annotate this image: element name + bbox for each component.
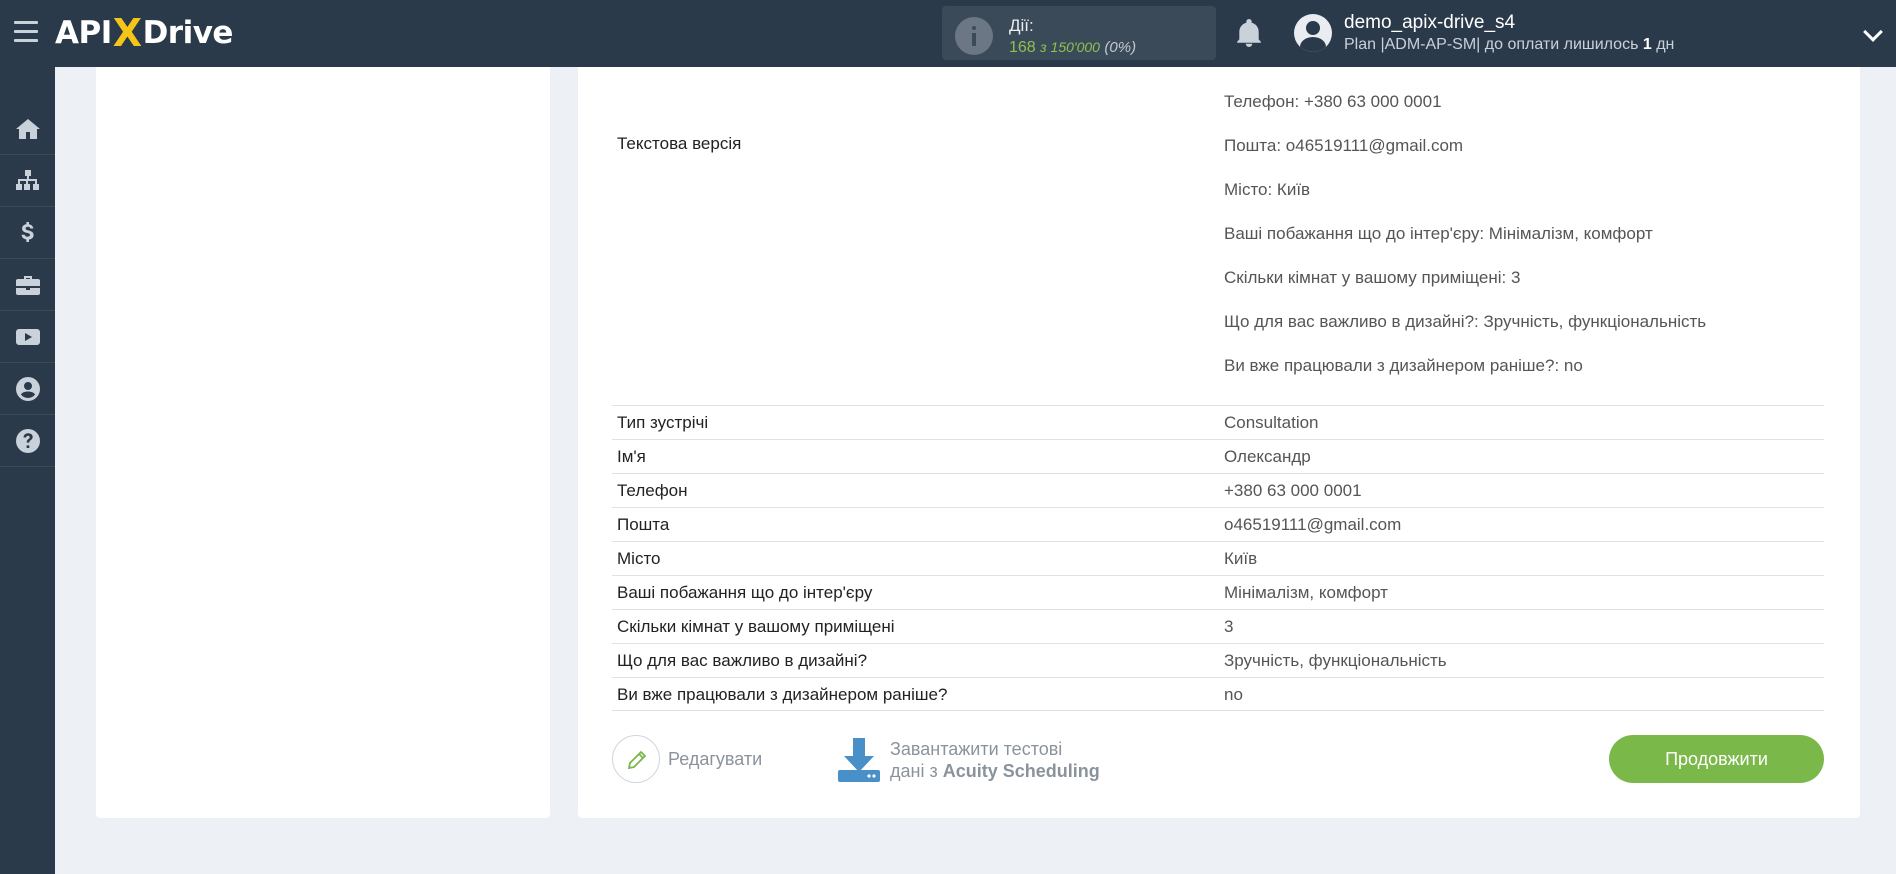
username[interactable]: demo_apix-drive_s4 — [1344, 12, 1515, 34]
row-key: Ваші побажання що до інтер'єру — [617, 583, 873, 602]
table-row: Пошта o46519111@gmail.com — [612, 507, 1824, 541]
row-value: 3 — [1224, 617, 1234, 636]
apix-drive-logo[interactable]: API X Drive — [55, 10, 233, 56]
text-version-line: Місто: Київ — [1224, 180, 1311, 199]
data-table: Тип зустрічі Consultation Ім'я Олександр Т… — [612, 405, 1824, 711]
edit-circle — [612, 735, 660, 783]
actions-title: Дії: — [1009, 16, 1034, 35]
text-version-line: Ваші побажання що до інтер'єру: Мінімалі… — [1224, 224, 1653, 243]
actions-limit: з 150'000 — [1040, 39, 1100, 55]
download-line-2: дані з Acuity Scheduling — [890, 760, 1100, 782]
home-icon — [15, 118, 40, 139]
row-key: Пошта — [617, 515, 670, 534]
table-row: Тип зустрічі Consultation — [612, 405, 1824, 439]
logo-text-api: API — [55, 15, 112, 51]
sidebar — [0, 67, 55, 874]
row-key: Тип зустрічі — [617, 413, 709, 432]
row-value: +380 63 000 0001 — [1224, 481, 1362, 500]
dollar-icon — [21, 221, 34, 242]
sidebar-item-profile[interactable] — [0, 363, 55, 415]
plan-days: 1 — [1642, 36, 1652, 53]
sitemap-icon — [15, 169, 39, 190]
sidebar-item-projects[interactable] — [0, 259, 55, 311]
actions-counter[interactable]: Дії: 168 з 150'000 (0%) — [942, 6, 1216, 60]
plan-info: Plan |ADM-AP-SM| до оплати лишилось 1 дн — [1344, 36, 1674, 54]
table-row: Що для вас важливо в дизайні? Зручність, … — [612, 643, 1824, 677]
row-value: Олександр — [1224, 447, 1311, 466]
row-key: Ім'я — [617, 447, 646, 466]
sidebar-item-home[interactable] — [0, 103, 55, 155]
plan-text: Plan |ADM-AP-SM| до оплати лишилось — [1344, 36, 1643, 53]
bell-icon[interactable] — [1236, 19, 1262, 47]
table-row: Телефон +380 63 000 0001 — [612, 473, 1824, 507]
briefcase-icon — [15, 275, 40, 295]
user-circle-icon — [15, 376, 40, 401]
table-row: Ім'я Олександр — [612, 439, 1824, 473]
info-icon — [955, 17, 993, 55]
row-key: Ви вже працювали з дизайнером раніше? — [617, 685, 948, 704]
download-service: Acuity Scheduling — [942, 761, 1100, 781]
table-row: Ваші побажання що до інтер'єру Мінімалізм… — [612, 575, 1824, 609]
download-line-1: Завантажити тестові — [890, 739, 1063, 759]
text-version-line: Скільки кімнат у вашому приміщені: 3 — [1224, 268, 1521, 287]
avatar[interactable] — [1294, 14, 1332, 52]
download-text: Завантажити тестові дані з Acuity Schedu… — [890, 738, 1100, 782]
pencil-icon — [627, 750, 647, 770]
logo-text-x: X — [112, 11, 142, 55]
download-test-data-button[interactable]: Завантажити тестові дані з Acuity Schedu… — [836, 735, 1100, 785]
row-value: Consultation — [1224, 413, 1319, 432]
actions-percent: (0%) — [1104, 39, 1137, 56]
actions-count-value: 168 — [1009, 39, 1036, 56]
download-icon — [838, 738, 880, 782]
text-version-line: Пошта: o46519111@gmail.com — [1224, 136, 1464, 155]
actions-count: 168 з 150'000 (0%) — [1009, 39, 1136, 57]
sidebar-item-billing[interactable] — [0, 207, 55, 259]
logo-text-drive: Drive — [142, 15, 234, 51]
edit-button[interactable]: Редагувати — [612, 735, 762, 783]
continue-button[interactable]: Продовжити — [1609, 735, 1824, 783]
text-version-label: Текстова версія — [617, 134, 742, 153]
table-row: Місто Київ — [612, 541, 1824, 575]
question-icon — [15, 428, 40, 453]
table-row: Скільки кімнат у вашому приміщені 3 — [612, 609, 1824, 643]
top-bar: API X Drive Дії: 168 з 150'000 (0%) demo_a… — [0, 0, 1896, 67]
row-value: Зручність, функціональність — [1224, 651, 1447, 670]
text-version-line: Телефон: +380 63 000 0001 — [1224, 92, 1442, 111]
row-value: o46519111@gmail.com — [1224, 515, 1402, 534]
plan-days-suffix: дн — [1651, 36, 1675, 53]
menu-icon[interactable] — [14, 21, 38, 43]
text-version-line: Ви вже працювали з дизайнером раніше?: n… — [1224, 356, 1583, 375]
sidebar-item-connections[interactable] — [0, 155, 55, 207]
row-value: Мінімалізм, комфорт — [1224, 583, 1388, 602]
row-key: Місто — [617, 549, 661, 568]
edit-label: Редагувати — [668, 748, 763, 769]
row-key: Скільки кімнат у вашому приміщені — [617, 617, 895, 636]
download-prefix: дані з — [890, 761, 943, 781]
row-value: Київ — [1224, 549, 1258, 568]
table-row: Ви вже працювали з дизайнером раніше? no — [612, 677, 1824, 711]
text-version-line: Що для вас важливо в дизайні?: Зручність… — [1224, 312, 1707, 331]
youtube-icon — [15, 328, 40, 345]
chevron-down-icon[interactable] — [1863, 22, 1883, 42]
row-key: Що для вас важливо в дизайні? — [617, 651, 868, 670]
sidebar-item-video[interactable] — [0, 311, 55, 363]
sidebar-item-help[interactable] — [0, 415, 55, 467]
row-key: Телефон — [617, 481, 688, 500]
row-value: no — [1224, 685, 1243, 704]
left-panel — [96, 67, 550, 818]
